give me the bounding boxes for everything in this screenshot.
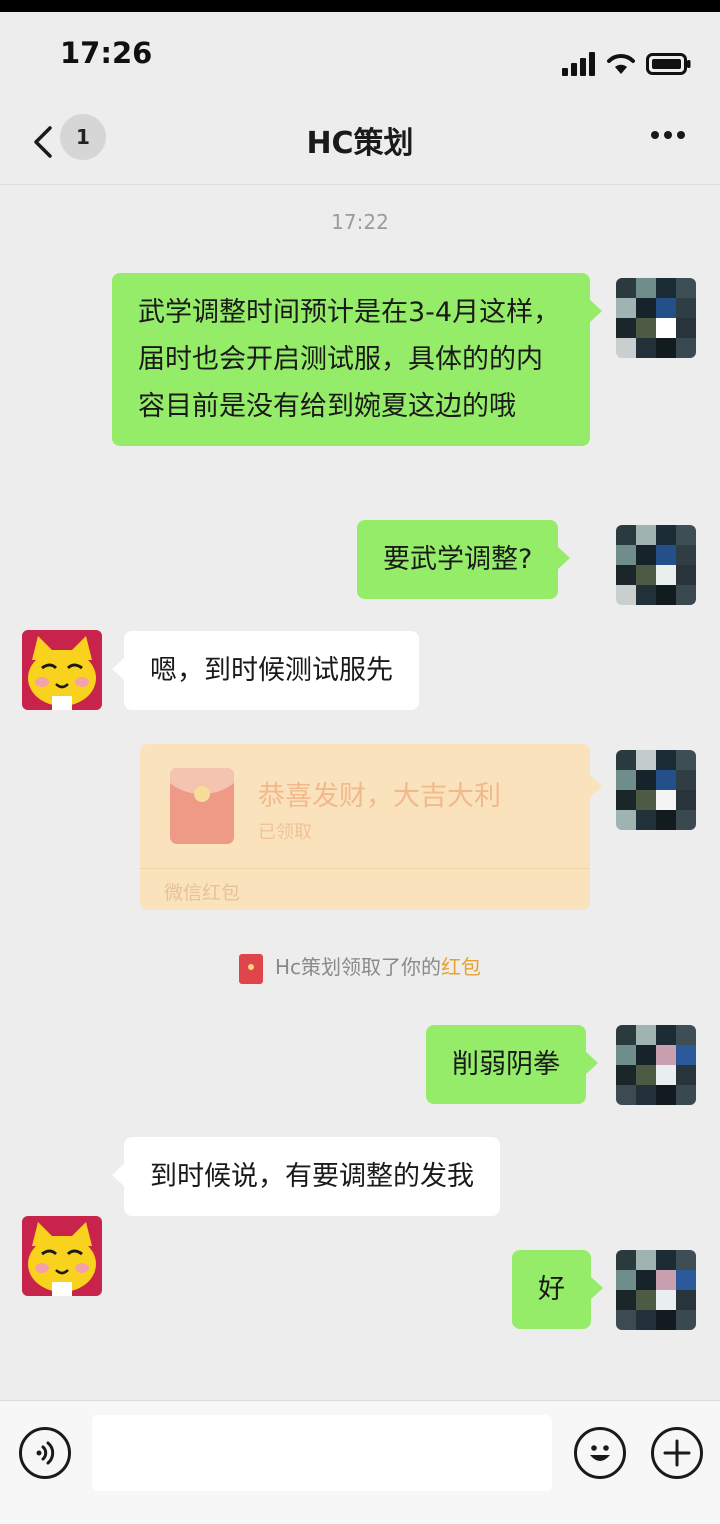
red-packet-greeting: 恭喜发财，大吉大利 xyxy=(258,781,501,812)
status-bar: 17:26 xyxy=(0,12,720,92)
plus-icon xyxy=(663,1439,691,1467)
red-packet-icon xyxy=(238,953,263,984)
signal-icon xyxy=(562,52,595,76)
message-text: 到时候说，有要调整的发我 xyxy=(150,1161,474,1192)
message-bubble-received[interactable]: 嗯，到时候测试服先 xyxy=(112,631,419,710)
my-avatar[interactable] xyxy=(616,1250,696,1330)
my-avatar[interactable] xyxy=(616,525,696,605)
chat-header: 1 HC策划 xyxy=(0,92,720,185)
my-avatar[interactable] xyxy=(616,750,696,830)
voice-icon xyxy=(36,1441,55,1465)
message-bubble-sent[interactable]: 要武学调整? xyxy=(357,520,571,599)
contact-avatar[interactable] xyxy=(22,1216,102,1296)
chat-title: HC策划 xyxy=(306,126,414,161)
emoji-button[interactable] xyxy=(574,1427,626,1479)
red-packet-card[interactable]: 恭喜发财，大吉大利 已领取 微信红包 xyxy=(140,744,602,910)
my-avatar[interactable] xyxy=(616,1025,696,1105)
status-icons xyxy=(562,52,692,76)
message-bubble-received[interactable]: 到时候说，有要调整的发我 xyxy=(112,1137,500,1216)
top-edge xyxy=(0,0,720,12)
cat-face-icon xyxy=(28,636,96,710)
message-text: 好 xyxy=(538,1274,565,1305)
red-packet-icon xyxy=(170,768,234,844)
wifi-icon xyxy=(607,54,635,74)
contact-avatar[interactable] xyxy=(22,630,102,710)
battery-icon xyxy=(646,53,691,75)
message-bubble-sent[interactable]: 武学调整时间预计是在3-4月这样，届时也会开启测试服，具体的的内容目前是没有给到… xyxy=(112,273,602,446)
system-notice: Hc策划领取了你的红包 xyxy=(0,951,720,984)
message-bubble-sent[interactable]: 好 xyxy=(512,1250,603,1329)
more-icon[interactable] xyxy=(650,128,686,142)
more-functions-button[interactable] xyxy=(651,1427,703,1479)
system-notice-link[interactable]: 红包 xyxy=(441,955,481,979)
voice-button[interactable] xyxy=(19,1427,71,1479)
message-text: 要武学调整? xyxy=(383,544,533,575)
message-bubble-sent[interactable]: 削弱阴拳 xyxy=(426,1025,598,1104)
message-text: 武学调整时间预计是在3-4月这样，届时也会开启测试服，具体的的内容目前是没有给到… xyxy=(138,297,561,422)
system-notice-text: Hc策划领取了你的 xyxy=(274,955,442,979)
red-packet-footer: 微信红包 xyxy=(164,882,241,904)
input-bar xyxy=(0,1400,720,1524)
message-timestamp: 17:22 xyxy=(331,210,389,234)
message-text: 削弱阴拳 xyxy=(452,1049,560,1080)
status-time: 17:26 xyxy=(60,36,153,70)
my-avatar[interactable] xyxy=(616,278,696,358)
emoji-icon xyxy=(590,1445,610,1461)
message-input[interactable] xyxy=(92,1415,552,1491)
message-text: 嗯，到时候测试服先 xyxy=(150,655,393,686)
red-packet-status: 已领取 xyxy=(258,822,312,843)
cat-face-icon xyxy=(28,1222,96,1296)
